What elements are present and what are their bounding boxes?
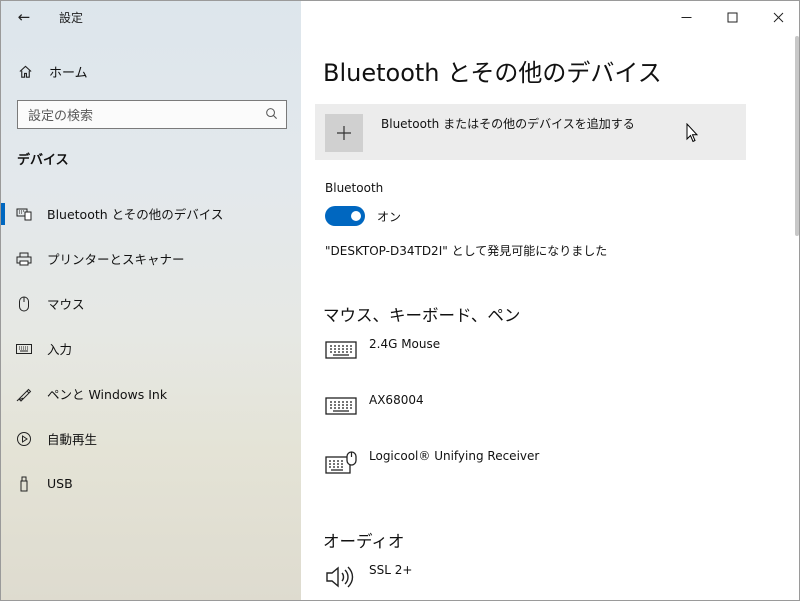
minimize-button[interactable]: [663, 1, 709, 33]
sidebar-item-label: マウス: [47, 297, 85, 312]
device-name: AX68004: [369, 393, 424, 407]
home-nav-item[interactable]: ホーム: [1, 55, 301, 87]
keyboard-icon: [1, 343, 47, 355]
section-title: デバイス: [17, 153, 69, 168]
speaker-icon: [326, 566, 354, 588]
sidebar-item-label: ペンと Windows Ink: [47, 387, 168, 402]
back-arrow-icon: ←: [17, 8, 31, 26]
bluetooth-devices-icon: [1, 207, 47, 221]
minimize-icon: [681, 16, 691, 18]
sidebar-item-label: Bluetooth とその他のデバイス: [47, 207, 224, 222]
back-button[interactable]: ←: [1, 1, 47, 33]
close-icon: [773, 12, 783, 22]
usb-icon: [1, 476, 47, 492]
plus-icon: [325, 114, 363, 152]
sidebar-item-label: プリンターとスキャナー: [47, 252, 185, 267]
app-title: 設定: [59, 10, 84, 25]
autoplay-icon: [1, 431, 47, 447]
add-device-label: Bluetooth またはその他のデバイスを追加する: [381, 117, 635, 131]
device-name: SSL 2+: [369, 563, 413, 577]
printer-icon: [1, 252, 47, 266]
home-icon: [1, 64, 49, 79]
maximize-icon: [727, 12, 737, 22]
device-name: Logicool® Unifying Receiver: [369, 449, 540, 463]
window-controls: [663, 1, 799, 33]
device-item[interactable]: AX68004: [325, 393, 424, 417]
sidebar-item-autoplay[interactable]: 自動再生: [1, 416, 301, 461]
device-item[interactable]: Logicool® Unifying Receiver: [325, 449, 539, 475]
titlebar: ← 設定: [1, 1, 301, 33]
audio-devices-heading: オーディオ: [323, 532, 405, 551]
sidebar-item-pen[interactable]: ペンと Windows Ink: [1, 371, 301, 416]
search-placeholder: 設定の検索: [28, 109, 94, 124]
input-devices-heading: マウス、キーボード、ペン: [323, 306, 521, 325]
sidebar: ← 設定 ホーム 設定の検索 デバイス Bluetooth とその他のデバイス: [1, 1, 301, 600]
mouse-icon: [1, 296, 47, 312]
sidebar-item-printers[interactable]: プリンターとスキャナー: [1, 236, 301, 281]
sidebar-item-usb[interactable]: USB: [1, 461, 301, 506]
settings-window: ← 設定 ホーム 設定の検索 デバイス Bluetooth とその他のデバイス: [0, 0, 800, 601]
add-device-button[interactable]: Bluetooth またはその他のデバイスを追加する: [315, 104, 746, 160]
maximize-button[interactable]: [709, 1, 755, 33]
bluetooth-label: Bluetooth: [325, 181, 384, 195]
search-input[interactable]: 設定の検索: [17, 100, 287, 129]
sidebar-item-bluetooth[interactable]: Bluetooth とその他のデバイス: [1, 191, 301, 236]
sidebar-item-label: USB: [47, 476, 73, 491]
search-icon: [265, 107, 278, 123]
keyboard-mouse-icon: [325, 451, 357, 474]
page-title: Bluetooth とその他のデバイス: [323, 59, 662, 87]
sidebar-item-label: 自動再生: [47, 432, 98, 447]
scrollbar[interactable]: [795, 36, 799, 236]
sidebar-nav: Bluetooth とその他のデバイス プリンターとスキャナー マウス 入力 ペ…: [1, 191, 301, 506]
sidebar-item-label: 入力: [47, 342, 73, 357]
sidebar-item-input[interactable]: 入力: [1, 326, 301, 371]
device-item[interactable]: 2.4G Mouse: [325, 337, 440, 361]
audio-device-item[interactable]: SSL 2+: [325, 563, 412, 589]
discoverable-text: "DESKTOP-D34TD2I" として発見可能になりました: [325, 244, 608, 258]
bluetooth-state: オン: [377, 210, 402, 224]
keyboard-icon: [325, 397, 357, 415]
device-name: 2.4G Mouse: [369, 337, 441, 351]
toggle-knob: [351, 211, 361, 221]
pen-icon: [1, 386, 47, 402]
keyboard-icon: [325, 341, 357, 359]
close-button[interactable]: [755, 1, 799, 33]
home-label: ホーム: [49, 65, 88, 81]
mouse-cursor-icon: [686, 123, 698, 143]
sidebar-item-mouse[interactable]: マウス: [1, 281, 301, 326]
bluetooth-toggle[interactable]: [325, 206, 365, 226]
main-content: Bluetooth とその他のデバイス Bluetooth またはその他のデバイ…: [301, 1, 799, 600]
